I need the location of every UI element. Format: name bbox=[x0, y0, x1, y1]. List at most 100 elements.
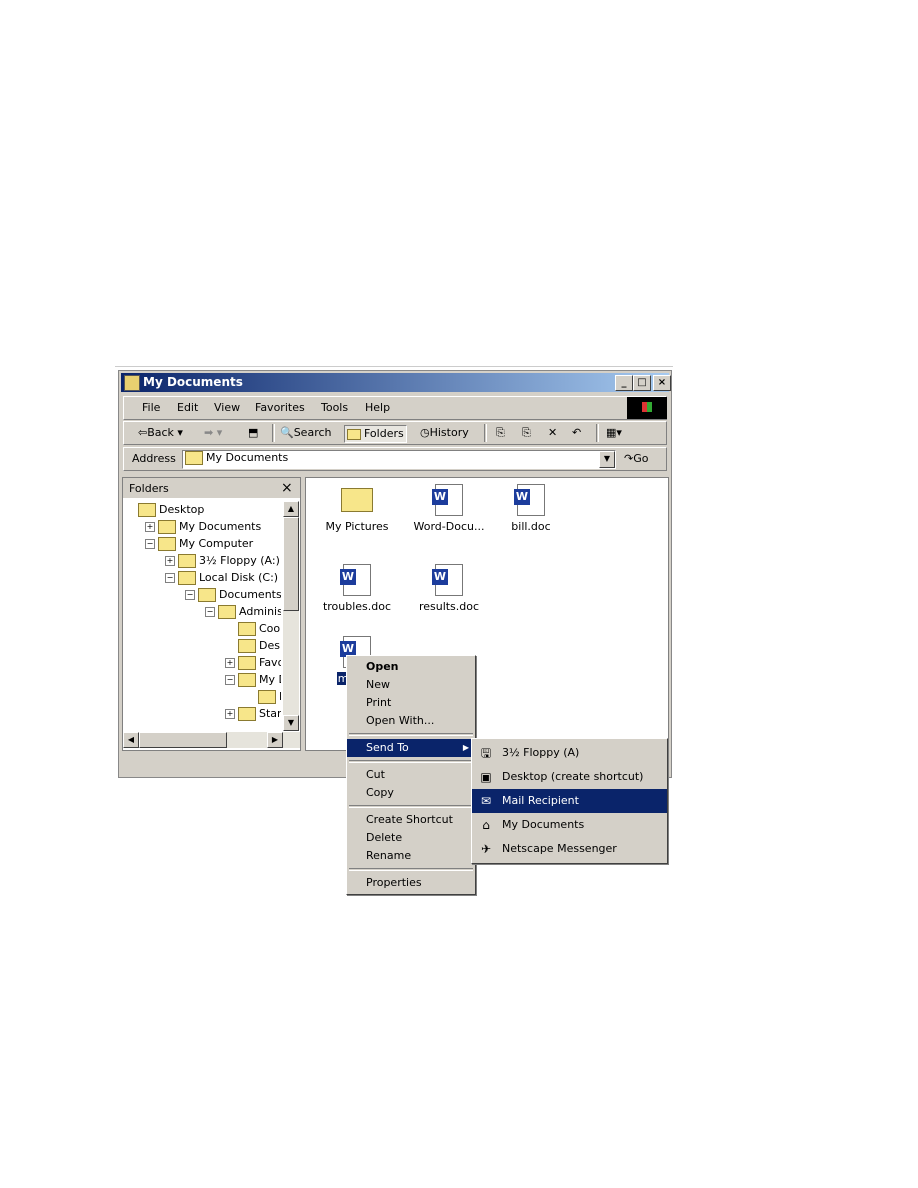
tree-item[interactable]: My bbox=[125, 688, 281, 705]
tree-item[interactable]: − My Computer bbox=[125, 535, 281, 552]
minimize-button[interactable]: _ bbox=[615, 375, 633, 391]
send-to-item[interactable]: ⌂ My Documents bbox=[472, 813, 667, 837]
file-item[interactable]: My Pictures bbox=[312, 484, 402, 533]
send-to-label: Netscape Messenger bbox=[502, 842, 617, 855]
submenu-arrow-icon: ▶ bbox=[462, 743, 469, 752]
expand-icon[interactable]: + bbox=[225, 658, 235, 668]
netscape-icon: ✈ bbox=[480, 842, 492, 856]
folder-icon bbox=[158, 537, 176, 551]
collapse-icon[interactable]: − bbox=[165, 573, 175, 583]
folders-pane-close-button[interactable]: × bbox=[281, 480, 293, 496]
menu-item-copy[interactable]: Copy bbox=[347, 784, 475, 802]
file-item[interactable]: Wtroubles.doc bbox=[312, 564, 402, 613]
folder-icon bbox=[138, 503, 156, 517]
file-item[interactable]: Wbill.doc bbox=[486, 484, 576, 533]
expand-icon[interactable]: + bbox=[225, 709, 235, 719]
scroll-down-icon[interactable]: ▼ bbox=[283, 715, 299, 731]
collapse-icon[interactable]: − bbox=[145, 539, 155, 549]
tree-item[interactable]: +3½ Floppy (A:) bbox=[125, 552, 281, 569]
send-to-item[interactable]: ✉ Mail Recipient bbox=[472, 789, 667, 813]
tree-item[interactable]: Deskto bbox=[125, 637, 281, 654]
file-item[interactable]: Wresults.doc bbox=[404, 564, 494, 613]
scroll-right-icon[interactable]: ▶ bbox=[267, 732, 283, 748]
scroll-left-icon[interactable]: ◀ bbox=[123, 732, 139, 748]
folders-pane-header: Folders × bbox=[123, 478, 300, 498]
menu-item-label: Send To bbox=[366, 741, 409, 754]
history-button[interactable]: ◷History bbox=[418, 425, 471, 441]
tree-item[interactable]: + Favori bbox=[125, 654, 281, 671]
address-dropdown-icon[interactable]: ▼ bbox=[599, 451, 615, 468]
tree-item[interactable]: + My Documents bbox=[125, 518, 281, 535]
pictures-folder-icon bbox=[341, 488, 373, 512]
context-menu: Open New Print Open With... Send To ▶ Cut Copy C… bbox=[346, 655, 476, 895]
go-arrow-icon: ↷ bbox=[624, 452, 634, 465]
collapse-icon[interactable]: − bbox=[225, 675, 235, 685]
menu-item-open-with[interactable]: Open With... bbox=[347, 712, 475, 730]
collapse-icon[interactable]: − bbox=[185, 590, 195, 600]
go-button[interactable]: ↷Go bbox=[624, 452, 648, 465]
tree-item-label: 3½ Floppy (A:) bbox=[199, 554, 280, 567]
undo-icon[interactable]: ↶ bbox=[570, 425, 583, 441]
collapse-icon[interactable]: − bbox=[205, 607, 215, 617]
folder-icon bbox=[218, 605, 236, 619]
send-to-item[interactable]: ▣ Desktop (create shortcut) bbox=[472, 765, 667, 789]
menu-file[interactable]: File bbox=[142, 401, 160, 414]
file-item[interactable]: W Word-Docu... bbox=[404, 484, 494, 533]
menu-item-open[interactable]: Open bbox=[347, 658, 475, 676]
file-name: troubles.doc bbox=[322, 600, 392, 613]
menu-item-cut[interactable]: Cut bbox=[347, 766, 475, 784]
menu-item-label: Delete bbox=[366, 831, 403, 844]
tree-item[interactable]: Desktop bbox=[125, 501, 281, 518]
menu-help[interactable]: Help bbox=[365, 401, 390, 414]
address-label: Address bbox=[132, 452, 176, 465]
tree-item[interactable]: − My Do bbox=[125, 671, 281, 688]
menu-item-print[interactable]: Print bbox=[347, 694, 475, 712]
maximize-button[interactable]: □ bbox=[633, 375, 651, 391]
expand-icon[interactable]: + bbox=[145, 522, 155, 532]
vertical-scrollbar[interactable]: ▲ ▼ bbox=[283, 501, 299, 731]
tree-item-label: Cookie bbox=[259, 622, 281, 635]
folder-icon bbox=[178, 571, 196, 585]
move-to-icon[interactable]: ⎘ bbox=[494, 425, 507, 441]
horizontal-scrollbar[interactable]: ◀ ▶ bbox=[123, 732, 300, 748]
scroll-up-icon[interactable]: ▲ bbox=[283, 501, 299, 517]
expand-icon[interactable]: + bbox=[165, 556, 175, 566]
folders-button[interactable]: Folders bbox=[344, 425, 407, 443]
menu-item-create-shortcut[interactable]: Create Shortcut bbox=[347, 811, 475, 829]
history-label: History bbox=[429, 426, 469, 439]
search-button[interactable]: 🔍Search bbox=[278, 425, 334, 441]
copy-to-icon[interactable]: ⎘ bbox=[520, 425, 533, 441]
menu-tools[interactable]: Tools bbox=[321, 401, 348, 414]
close-button[interactable]: × bbox=[653, 375, 671, 391]
menu-item-delete[interactable]: Delete bbox=[347, 829, 475, 847]
tree-item[interactable]: Cookie bbox=[125, 620, 281, 637]
tree-item[interactable]: + Start M bbox=[125, 705, 281, 722]
tree-item[interactable]: − Local Disk (C:) bbox=[125, 569, 281, 586]
delete-icon[interactable]: ✕ bbox=[546, 425, 559, 441]
send-to-item[interactable]: ✈ Netscape Messenger bbox=[472, 837, 667, 861]
menu-item-rename[interactable]: Rename bbox=[347, 847, 475, 865]
tree-item[interactable]: − Administra bbox=[125, 603, 281, 620]
scroll-thumb[interactable] bbox=[139, 732, 227, 748]
floppy-icon: 🖫 bbox=[480, 746, 492, 760]
menu-favorites[interactable]: Favorites bbox=[255, 401, 305, 414]
up-folder-icon[interactable]: ⬒ bbox=[246, 425, 260, 441]
tree-item-label: My Documents bbox=[179, 520, 262, 533]
folder-tree: Desktop + My Documents − My Computer +3½ Flop… bbox=[125, 501, 281, 731]
menu-view[interactable]: View bbox=[214, 401, 240, 414]
folder-icon bbox=[158, 520, 176, 534]
forward-button[interactable]: ➡ ▾ bbox=[202, 425, 224, 441]
scroll-thumb[interactable] bbox=[283, 517, 299, 611]
title-bar: My Documents _ □ × bbox=[121, 373, 671, 392]
back-button[interactable]: ⇦Back ▾ bbox=[136, 425, 185, 441]
word-document-icon: W bbox=[432, 564, 463, 596]
menu-item-properties[interactable]: Properties bbox=[347, 874, 475, 892]
views-icon[interactable]: ▦▾ bbox=[604, 425, 624, 441]
menu-item-new[interactable]: New bbox=[347, 676, 475, 694]
menu-item-send-to[interactable]: Send To ▶ bbox=[347, 739, 475, 757]
window-title: My Documents bbox=[143, 375, 243, 389]
tree-item[interactable]: − Documents an bbox=[125, 586, 281, 603]
address-input[interactable]: My Documents ▼ bbox=[182, 450, 616, 469]
send-to-item[interactable]: 🖫 3½ Floppy (A) bbox=[472, 741, 667, 765]
menu-edit[interactable]: Edit bbox=[177, 401, 198, 414]
